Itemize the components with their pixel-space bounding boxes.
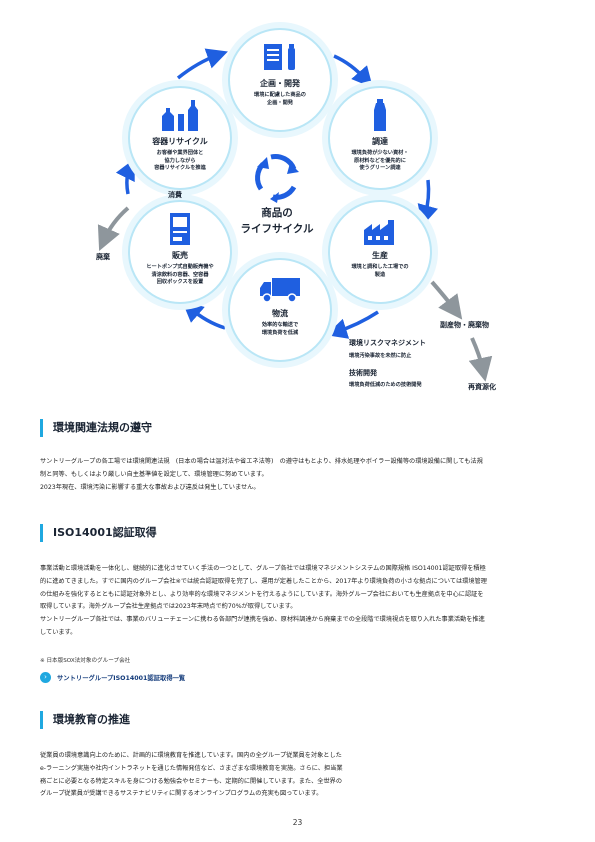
- laws-line-3: 2023年現在、環境汚染に影響する重大な事故および違反は発生していません。: [40, 483, 260, 491]
- iso-line-1: 事業活動と環境活動を一体化し、継続的に進化させていく手法の一つとして、グループ各…: [40, 565, 486, 572]
- laws-line-2: 制と同等、もしくはより厳しい自主基準値を設定して、環境管理に努めています。: [40, 470, 268, 478]
- label-tech-desc: 環境負荷低減のための技術開発: [349, 382, 422, 388]
- byproduct-arrow: [430, 280, 463, 320]
- label-risk-title: 環境リスクマネジメント: [349, 339, 426, 347]
- label-disposal: 廃棄: [96, 253, 110, 261]
- node-production: 生産 環境と調和した工場での 製造: [328, 200, 432, 304]
- node-logistics: 物流 効率的な輸送で 環境負荷を低減: [228, 258, 332, 362]
- label-tech-title: 技術開発: [349, 369, 377, 377]
- label-risk-desc: 環境汚染事故を未然に防止: [349, 353, 412, 359]
- node-procurement-desc: 環境負荷が少ない資材・ 原材料などを優先的に 使うグリーン調達: [351, 150, 409, 172]
- node-planning-title: 企画・開発: [260, 79, 300, 88]
- node-sales-desc: ヒートポンプ式自動販売機や 清涼飲料の容器、空容器 回収ボックスを設置: [146, 264, 214, 286]
- truck-icon: [258, 270, 302, 304]
- lifecycle-center-title: 商品の ライフサイクル: [240, 207, 314, 236]
- node-logistics-desc: 効率的な輸送で 環境負荷を低減: [261, 322, 299, 336]
- iso-certification-link-text[interactable]: サントリーグループISO14001認証取得一覧: [57, 673, 185, 682]
- label-consumption: 消費: [168, 191, 182, 199]
- chevron-right-icon: ›: [40, 672, 51, 683]
- node-sales-title: 販売: [172, 251, 188, 260]
- laws-line-1: サントリーグループの各工場では環境関連法規 (日本の場合は温対法や省エネ法等) …: [40, 458, 483, 465]
- cycle-arrow-5: [115, 158, 135, 195]
- recycle-resource-arrow: [468, 337, 493, 382]
- label-recycling-resources: 再資源化: [468, 383, 496, 391]
- section-body-iso: 事業活動と環境活動を一体化し、継続的に進化させていく手法の一つとして、グループ各…: [40, 563, 558, 640]
- page-number: 23: [292, 818, 303, 827]
- node-planning: 企画・開発 環境に配慮した商品の 企画・開発: [228, 28, 332, 132]
- education-line-3: 務ごとに必要となる特定スキルを身につける勉強会やセミナーも、定期的に開催していま…: [40, 777, 343, 785]
- vending-machine-icon: [167, 212, 193, 246]
- section-body-education: 従業員の環境意識向上のために、計画的に環境教育を推進しています。国内の全グループ…: [40, 750, 410, 801]
- bottle-icon: [370, 98, 390, 132]
- document-and-bottle-icon: [260, 40, 300, 74]
- education-line-1: 従業員の環境意識向上のために、計画的に環境教育を推進しています。国内の全グループ…: [40, 752, 342, 759]
- node-production-desc: 環境と調和した工場での 製造: [351, 264, 409, 278]
- education-line-2: e-ラーニング実施や社内イントラネットを通じた情報発信など、さまざまな環境教育を…: [40, 764, 343, 772]
- lifecycle-diagram: 商品の ライフサイクル 企画・開発 環境に配慮した商品の 企画・開発 調達 環境…: [0, 0, 595, 410]
- section-heading-education: 環境教育の推進: [40, 711, 130, 729]
- node-sales: 販売 ヒートポンプ式自動販売機や 清涼飲料の容器、空容器 回収ボックスを設置: [128, 200, 232, 304]
- cycle-arrow-2: [417, 179, 438, 227]
- iso-line-2: 的に進めてきました。すでに国内のグループ会社※では統合認証取得を完了し、運用が定…: [40, 577, 487, 585]
- section-heading-iso: ISO14001認証取得: [40, 524, 157, 542]
- node-procurement: 調達 環境負荷が少ない資材・ 原材料などを優先的に 使うグリーン調達: [328, 86, 432, 190]
- section-body-laws: サントリーグループの各工場では環境関連法規 (日本の場合は温対法や省エネ法等) …: [40, 456, 558, 494]
- node-logistics-title: 物流: [272, 309, 288, 318]
- node-planning-desc: 環境に配慮した商品の 企画・開発: [254, 92, 306, 106]
- section-heading-laws: 環境関連法規の遵守: [40, 419, 152, 437]
- cycle-arrow-4: [182, 301, 226, 330]
- iso-line-5: サントリーグループ各社では、事業のバリューチェーンに携わる各部門が連携を強め、原…: [40, 616, 485, 624]
- factory-icon: [362, 212, 398, 246]
- iso-line-3: の仕組みを強化するとともに認証対象外とし、より効率的な環境マネジメントを行えるよ…: [40, 590, 484, 598]
- cycle-arrow-1: [333, 54, 373, 88]
- node-procurement-title: 調達: [372, 137, 388, 146]
- iso-certification-link[interactable]: › サントリーグループISO14001認証取得一覧: [40, 672, 185, 683]
- node-recycling-title: 容器リサイクル: [152, 137, 208, 146]
- iso-footnote: ※ 日本版SOX法対象のグループ会社: [40, 658, 131, 664]
- recycle-cycle-icon: [255, 154, 299, 203]
- node-production-title: 生産: [372, 251, 388, 260]
- bottles-icon: [158, 98, 202, 132]
- cycle-arrow-6: [176, 48, 228, 80]
- iso-line-6: しています。: [40, 628, 77, 636]
- node-recycling: 容器リサイクル お客様や業界団体と 協力しながら 容器リサイクルを推進: [128, 86, 232, 190]
- cycle-arrow-3: [325, 310, 379, 339]
- iso-line-4: 取得しています。海外グループ会社生産拠点では2023年末時点で約70%が取得して…: [40, 603, 297, 611]
- node-recycling-desc: お客様や業界団体と 協力しながら 容器リサイクルを推進: [154, 150, 206, 172]
- disposal-arrow: [97, 206, 130, 251]
- label-byproduct: 副産物・廃棄物: [440, 321, 489, 329]
- education-line-4: グループ従業員が受講できるサステナビリティに関するオンラインプログラムの充実も図…: [40, 790, 323, 798]
